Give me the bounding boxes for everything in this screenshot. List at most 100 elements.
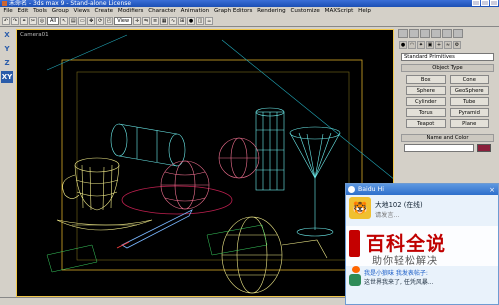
app-logo-icon <box>2 1 7 6</box>
menu-file[interactable]: File <box>1 7 15 16</box>
systems-icon[interactable]: ⚙ <box>453 41 461 49</box>
shapes-icon[interactable]: ◠ <box>408 41 416 49</box>
lying-glass-wireframe <box>221 216 328 294</box>
spacewarps-icon[interactable]: ≈ <box>444 41 452 49</box>
baidu-hi-popup: Baidu Hi × 🐯 大地102 (在线) 请发言... 百科全说 助你轻松… <box>345 183 499 305</box>
mug-wireframe <box>62 157 120 211</box>
mirror-icon[interactable]: ⇋ <box>142 17 151 25</box>
utilities-tab[interactable] <box>453 29 463 38</box>
pyramid-button[interactable]: Pyramid <box>449 108 489 117</box>
align-icon[interactable]: ≡ <box>151 17 160 25</box>
geosphere-button[interactable]: GeoSphere <box>449 86 489 95</box>
notification-dot-icon <box>352 266 360 273</box>
command-panel-tabs <box>396 27 499 40</box>
helpers-icon[interactable]: + <box>435 41 443 49</box>
menu-group[interactable]: Group <box>49 7 71 16</box>
box-button[interactable]: Box <box>406 75 446 84</box>
schematic-icon[interactable]: ⊞ <box>178 17 187 25</box>
minimize-button[interactable] <box>472 0 480 6</box>
name-and-color-rollout[interactable]: Name and Color <box>401 134 494 142</box>
axis-x-button[interactable]: X <box>1 29 13 41</box>
contact-card[interactable]: 🐯 大地102 (在线) 请发言... <box>349 197 491 225</box>
tube-button[interactable]: Tube <box>449 97 489 106</box>
reference-coord-dropdown[interactable]: View <box>114 17 133 25</box>
rotate-icon[interactable]: ⟳ <box>96 17 105 25</box>
knife-wireframe <box>116 209 193 249</box>
plane-button[interactable]: Plane <box>449 119 489 128</box>
display-tab[interactable] <box>442 29 452 38</box>
geometry-icon[interactable]: ● <box>399 41 407 49</box>
baidu-hi-titlebar: Baidu Hi × <box>346 184 498 195</box>
selection-filter-dropdown[interactable]: All <box>47 17 60 25</box>
maximize-button[interactable] <box>481 0 489 6</box>
link-icon[interactable]: ⚭ <box>20 17 28 25</box>
hierarchy-tab[interactable] <box>420 29 430 38</box>
scale-icon[interactable]: ◰ <box>105 17 114 25</box>
move-icon[interactable]: ✥ <box>87 17 96 25</box>
window-controls <box>472 0 498 7</box>
tiger-avatar-icon: 🐯 <box>349 197 371 219</box>
light-line <box>46 34 128 71</box>
curve-editor-icon[interactable]: ∿ <box>169 17 178 25</box>
cylinder-button[interactable]: Cylinder <box>406 97 446 106</box>
object-type-rollout[interactable]: Object Type <box>401 64 494 72</box>
barrel-wireframe <box>110 123 186 167</box>
menu-edit[interactable]: Edit <box>15 7 31 16</box>
message-text: 这世界我来了, 任凭风暴... <box>364 279 434 286</box>
select-icon[interactable]: ↖ <box>60 17 69 25</box>
axis-xy-button[interactable]: XY <box>1 71 13 83</box>
camera-viewport[interactable]: Camera01 <box>16 29 394 297</box>
torus-button[interactable]: Torus <box>406 108 446 117</box>
menu-character[interactable]: Character <box>146 7 178 16</box>
axis-z-button[interactable]: Z <box>1 57 13 69</box>
close-button[interactable] <box>490 0 498 6</box>
select-by-name-icon[interactable]: ▤ <box>69 17 78 25</box>
bind-icon[interactable]: ◎ <box>38 17 46 25</box>
menu-maxscript[interactable]: MAXScript <box>322 7 356 16</box>
layer-icon[interactable]: ▦ <box>160 17 169 25</box>
pivot-icon[interactable]: ✛ <box>133 17 142 25</box>
popup-close-icon[interactable]: × <box>489 185 495 196</box>
redo-icon[interactable]: ↷ <box>11 17 19 25</box>
axis-y-button[interactable]: Y <box>1 43 13 55</box>
category-dropdown[interactable]: Standard Primitives <box>401 53 494 61</box>
modify-tab[interactable] <box>409 29 419 38</box>
create-category-icons: ● ◠ ✦ ▣ + ≈ ⚙ <box>396 40 499 50</box>
menu-create[interactable]: Create <box>92 7 115 16</box>
banana-wireframe <box>56 219 153 231</box>
motion-tab[interactable] <box>431 29 441 38</box>
baike-logo-icon <box>349 230 360 257</box>
undo-icon[interactable]: ↶ <box>2 17 10 25</box>
contact-status: 请发言... <box>375 212 400 219</box>
viewport-label[interactable]: Camera01 <box>20 32 49 38</box>
lights-icon[interactable]: ✦ <box>417 41 425 49</box>
menu-graph-editors[interactable]: Graph Editors <box>212 7 255 16</box>
baike-watermark: 百科全说 助你轻松解决 <box>346 226 498 267</box>
contact-name: 大地102 (在线) <box>375 201 423 209</box>
unlink-icon[interactable]: ✂ <box>29 17 37 25</box>
menu-help[interactable]: Help <box>356 7 374 16</box>
object-name-field[interactable] <box>404 144 474 152</box>
region-select-icon[interactable]: ▭ <box>78 17 87 25</box>
teapot-button[interactable]: Teapot <box>406 119 446 128</box>
apple-wireframe <box>160 137 260 210</box>
primitive-buttons: Box Cone Sphere GeoSphere Cylinder Tube … <box>396 72 499 131</box>
menu-rendering[interactable]: Rendering <box>255 7 288 16</box>
main-toolbar: ↶ ↷ ⚭ ✂ ◎ All ↖ ▤ ▭ ✥ ⟳ ◰ View ✛ ⇋ ≡ ▦ ∿… <box>0 16 499 27</box>
menu-animation[interactable]: Animation <box>178 7 211 16</box>
menu-customize[interactable]: Customize <box>288 7 322 16</box>
create-tab[interactable] <box>398 29 408 38</box>
menu-modifiers[interactable]: Modifiers <box>116 7 146 16</box>
can-wireframe <box>255 107 285 191</box>
cone-button[interactable]: Cone <box>449 75 489 84</box>
material-editor-icon[interactable]: ● <box>187 17 196 25</box>
menu-views[interactable]: Views <box>71 7 92 16</box>
sphere-button[interactable]: Sphere <box>406 86 446 95</box>
message-link[interactable]: 我是小狼味 我发表帖子: <box>364 268 428 277</box>
cameras-icon[interactable]: ▣ <box>426 41 434 49</box>
menu-tools[interactable]: Tools <box>31 7 50 16</box>
object-color-swatch[interactable] <box>477 144 491 152</box>
martini-glass-wireframe <box>289 126 341 237</box>
render-setup-icon[interactable]: ◫ <box>196 17 205 25</box>
render-icon[interactable]: ☕ <box>205 17 214 25</box>
